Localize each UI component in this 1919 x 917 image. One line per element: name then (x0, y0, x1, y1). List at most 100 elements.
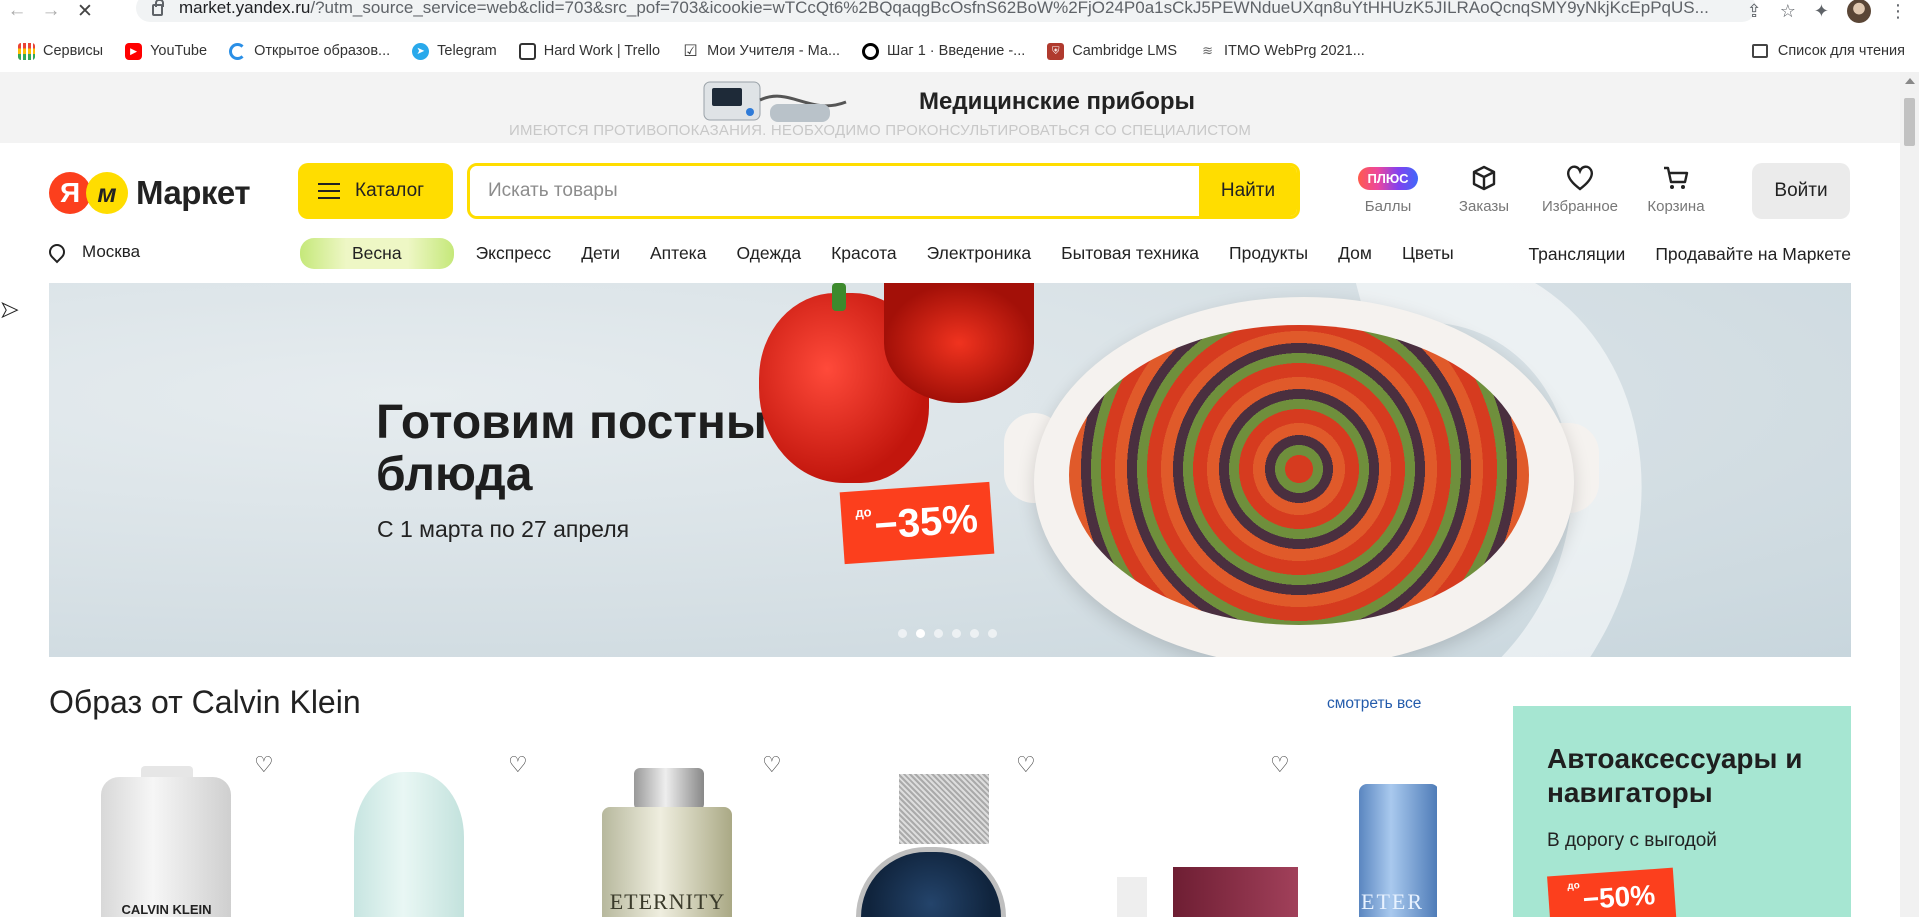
menu-kebab-icon[interactable]: ⋮ (1889, 1, 1907, 22)
nav-item-clothes[interactable]: Одежда (736, 243, 801, 264)
cambridge-icon: ⛨ (1047, 42, 1065, 60)
checkbox-icon: ☑ (683, 43, 698, 60)
profile-avatar[interactable] (1847, 0, 1871, 23)
bookmark-step1[interactable]: Шаг 1 · Введение -... (862, 42, 1025, 60)
bookmark-open-edu[interactable]: Открытое образов... (229, 42, 390, 60)
bookmark-teachers[interactable]: ☑ Мои Учителя - Ма... (682, 43, 840, 60)
pepper-stem-image (832, 283, 846, 311)
logo-text: Маркет (136, 174, 251, 211)
nav-item-appliances[interactable]: Бытовая техника (1061, 243, 1199, 264)
bookmark-trello[interactable]: Hard Work | Trello (518, 42, 660, 60)
market-logo-icon: м (86, 172, 128, 214)
carousel-dot[interactable] (934, 629, 943, 638)
hamburger-menu-icon (318, 183, 340, 199)
orders-link[interactable]: Заказы (1436, 162, 1532, 215)
nav-item-pharmacy[interactable]: Аптека (650, 243, 706, 264)
share-icon[interactable]: ⇪ (1747, 1, 1762, 22)
product-image-watch[interactable] (856, 847, 1006, 917)
itmo-icon: ≋ (1202, 43, 1213, 58)
trello-icon (518, 42, 536, 60)
product-image-mint-bottle[interactable] (354, 772, 464, 917)
plus-badge-icon: ПЛЮС (1358, 166, 1418, 190)
search-bar: Найти (467, 163, 1300, 219)
bookmark-youtube[interactable]: ▶ YouTube (125, 42, 207, 60)
stop-loading-icon[interactable]: ✕ (68, 0, 102, 22)
search-button[interactable]: Найти (1199, 166, 1297, 216)
address-bar[interactable]: market.yandex.ru/?utm_source_service=web… (136, 0, 1756, 22)
nav-item-electronics[interactable]: Электроника (927, 243, 1032, 264)
star-icon[interactable]: ☆ (1780, 1, 1796, 22)
bookmark-itmo[interactable]: ≋ ITMO WebPrg 2021... (1199, 43, 1365, 60)
product-image-euphoria-box[interactable] (1173, 867, 1298, 917)
category-nav: Москва Весна Экспресс Дети Аптека Одежда… (0, 236, 1900, 276)
nav-item-spring[interactable]: Весна (300, 238, 454, 269)
hero-banner[interactable]: Готовим постные блюда С 1 марта по 27 ап… (49, 283, 1851, 657)
product-image-ck-bottle[interactable] (101, 777, 231, 917)
carousel-dot[interactable] (952, 629, 961, 638)
side-ad-banner[interactable]: Автоаксессуары и навигаторы В дорогу с в… (1513, 706, 1851, 917)
bookmark-services[interactable]: Сервисы (18, 42, 103, 60)
favorite-heart-icon[interactable]: ♡ (508, 754, 532, 776)
carousel-dot[interactable] (970, 629, 979, 638)
product-label: ETERNITY (609, 889, 726, 914)
red-pepper-image-2 (884, 283, 1034, 403)
promo-title: Медицинские приборы (919, 88, 1196, 115)
carousel-dot[interactable] (898, 629, 907, 638)
nav-item-home[interactable]: Дом (1338, 243, 1372, 264)
promo-banner-top[interactable]: Медицинские приборы ИМЕЮТСЯ ПРОТИВОПОКАЗ… (0, 72, 1900, 143)
carousel-dot[interactable] (916, 629, 925, 638)
favorites-link[interactable]: Избранное (1532, 162, 1628, 215)
yandex-market-logo[interactable]: Я м Маркет (49, 172, 251, 214)
search-input[interactable] (470, 166, 1199, 216)
nav-item-broadcasts[interactable]: Трансляции (1528, 244, 1625, 265)
nav-item-beauty[interactable]: Красота (831, 243, 897, 264)
login-button[interactable]: Войти (1752, 163, 1850, 219)
nav-item-express[interactable]: Экспресс (476, 243, 552, 264)
product-carousel: ♡ ♡ ♡ ♡ ♡ CALVIN KLEIN ETERNITY ETER (49, 754, 1437, 917)
bookmark-cambridge[interactable]: ⛨ Cambridge LMS (1047, 42, 1177, 60)
catalog-button[interactable]: Каталог (298, 163, 453, 219)
nav-item-sell-on-market[interactable]: Продавайте на Маркете (1655, 244, 1851, 265)
reading-list-button[interactable]: Список для чтения (1751, 43, 1905, 59)
favorite-heart-icon[interactable]: ♡ (762, 754, 786, 776)
banner-subtitle: С 1 марта по 27 апреля (377, 516, 630, 542)
browser-toolbar: ← → ✕ market.yandex.ru/?utm_source_servi… (0, 0, 1919, 23)
step-icon (862, 42, 880, 60)
back-arrow-icon[interactable]: ← (0, 0, 34, 22)
ratatouille-image (1069, 325, 1529, 625)
favorite-heart-icon[interactable]: ♡ (254, 754, 278, 776)
banner-title: Готовим постные блюда (376, 396, 794, 501)
vertical-scrollbar[interactable] (1900, 72, 1919, 917)
apps-grid-icon (18, 42, 35, 60)
cart-link[interactable]: Корзина (1628, 162, 1724, 215)
favorite-heart-icon[interactable]: ♡ (1270, 754, 1294, 776)
youtube-icon: ▶ (125, 42, 143, 60)
see-all-link[interactable]: смотреть все (1327, 695, 1421, 713)
favorite-heart-icon[interactable]: ♡ (1016, 754, 1040, 776)
nav-item-flowers[interactable]: Цветы (1402, 243, 1454, 264)
forward-arrow-icon[interactable]: → (34, 0, 68, 22)
bookmark-telegram[interactable]: ➤ Telegram (412, 42, 497, 60)
carousel-dot[interactable] (988, 629, 997, 638)
telegram-icon: ➤ (412, 42, 430, 60)
box-icon (1472, 162, 1496, 194)
scroll-up-arrow-icon[interactable] (1905, 78, 1915, 84)
url-text[interactable]: market.yandex.ru/?utm_source_service=web… (179, 0, 1719, 18)
scrollbar-thumb[interactable] (1904, 98, 1915, 146)
bookmarks-bar: Сервисы ▶ YouTube Открытое образов... ➤ Te… (0, 36, 1919, 66)
lock-icon[interactable] (152, 0, 164, 16)
heart-icon (1566, 162, 1594, 194)
product-image-watch-strap (899, 774, 989, 844)
page-viewport: Медицинские приборы ИМЕЮТСЯ ПРОТИВОПОКАЗ… (0, 72, 1900, 917)
promo-disclaimer: ИМЕЮТСЯ ПРОТИВОПОКАЗАНИЯ. НЕОБХОДИМО ПРО… (509, 122, 1252, 139)
blood-pressure-monitor-image (703, 81, 847, 122)
nav-item-groceries[interactable]: Продукты (1229, 243, 1308, 264)
mouse-cursor-icon: ➤ (0, 297, 19, 323)
product-image-perfume-bottle (1117, 877, 1147, 917)
ad-discount-badge: до −50% (1547, 867, 1677, 917)
city-selector[interactable]: Москва (45, 240, 140, 264)
points-link[interactable]: ПЛЮС Баллы (1340, 162, 1436, 215)
extensions-icon[interactable]: ✦ (1814, 1, 1829, 22)
product-label: ETER (1361, 889, 1424, 914)
nav-item-kids[interactable]: Дети (581, 243, 620, 264)
